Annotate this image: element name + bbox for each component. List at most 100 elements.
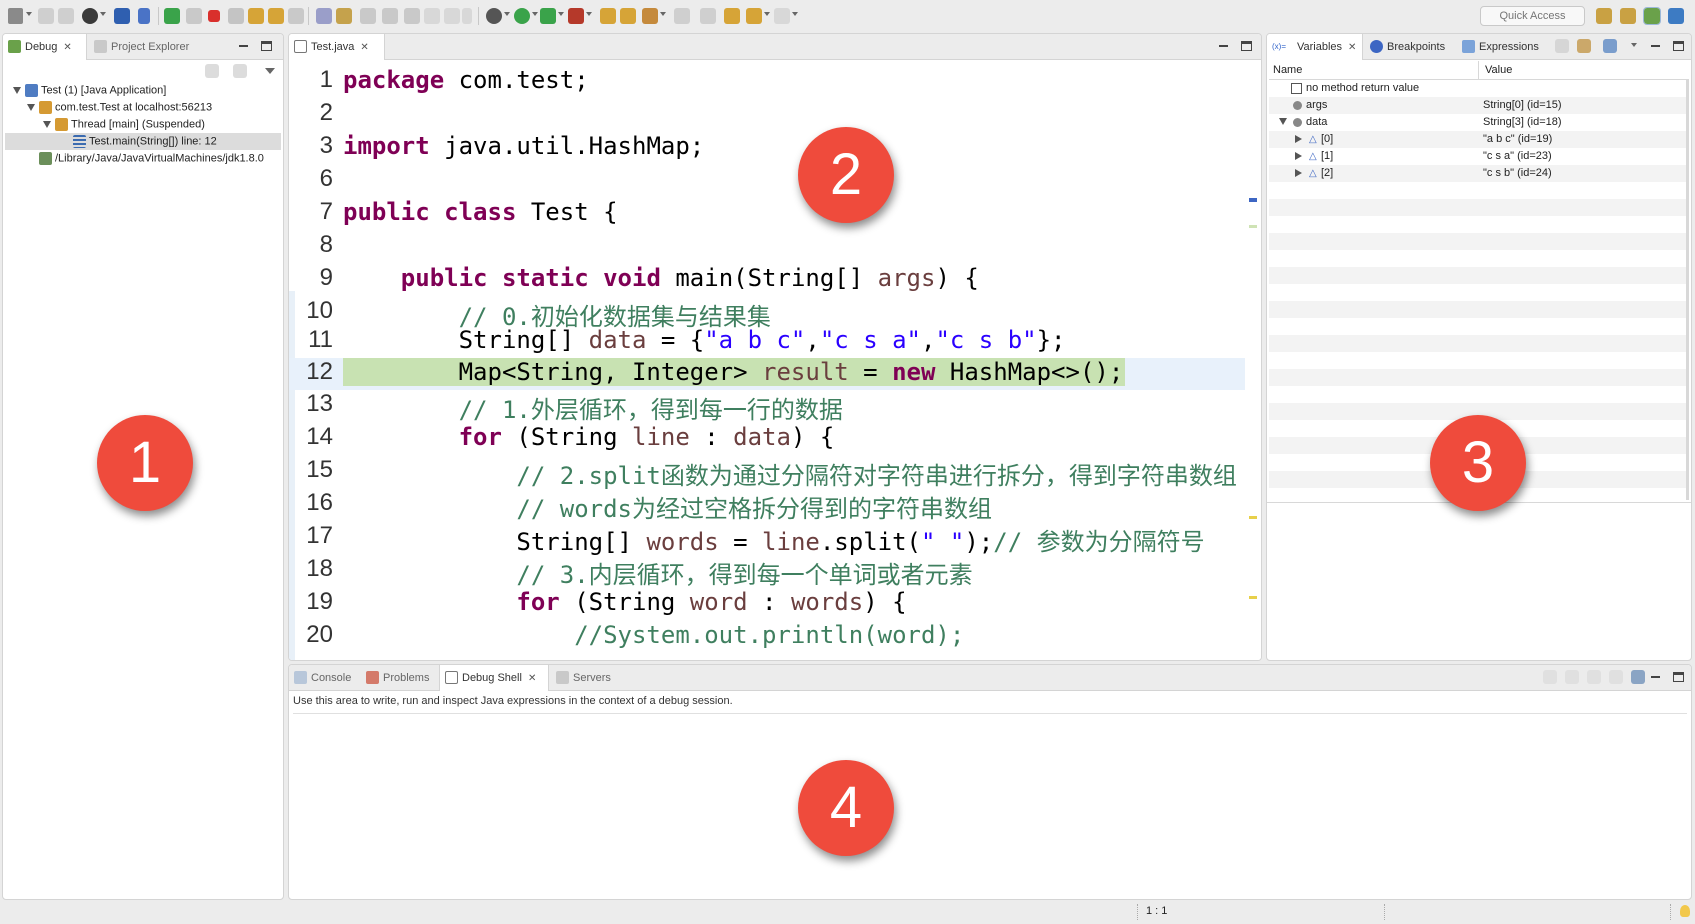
debug-perspective-icon[interactable] — [1643, 7, 1661, 25]
tab-expressions[interactable]: Expressions — [1457, 34, 1545, 60]
terminate-icon[interactable] — [208, 10, 220, 22]
code-line[interactable]: 9 public static void main(String[] args)… — [289, 264, 1245, 296]
close-icon[interactable]: ✕ — [360, 42, 368, 53]
resume-icon[interactable] — [164, 8, 180, 24]
code-line[interactable]: 15 // 2.split函数为通过分隔符对字符串进行拆分，得到字符串数组 — [289, 456, 1245, 490]
tab-problems[interactable]: Problems — [361, 665, 435, 691]
code-line[interactable]: 10 // 0.初始化数据集与结果集 — [289, 297, 1245, 331]
code-line[interactable]: 12 Map<String, Integer> result = new Has… — [289, 358, 1245, 390]
step-return-icon[interactable] — [288, 8, 304, 24]
column-header-value[interactable]: Value — [1485, 64, 1512, 76]
tab-variables[interactable]: (x)= Variables ✕ — [1267, 34, 1363, 60]
run-icon[interactable] — [514, 8, 530, 24]
coverage-icon[interactable] — [540, 8, 556, 24]
search-tool-icon[interactable] — [642, 8, 658, 24]
paragraph-icon[interactable] — [462, 8, 472, 24]
disconnect-icon[interactable] — [228, 8, 244, 24]
java-perspective-icon[interactable] — [1620, 8, 1636, 24]
forward-icon[interactable] — [774, 8, 790, 24]
maximize-icon[interactable] — [261, 41, 272, 51]
tree-row-thread[interactable]: Thread [main] (Suspended) — [43, 116, 205, 133]
maximize-icon[interactable] — [1241, 41, 1252, 51]
code-line[interactable]: 2 — [289, 99, 1245, 131]
collapsed-triangle-icon[interactable] — [1295, 169, 1302, 177]
watch-icon[interactable] — [382, 8, 398, 24]
minimize-icon[interactable] — [1651, 41, 1660, 47]
inspect-icon[interactable] — [1543, 670, 1557, 684]
variable-row[interactable]: args String[0] (id=15) — [1269, 97, 1689, 114]
profile-icon[interactable] — [82, 8, 98, 24]
profile-dropdown-icon[interactable] — [100, 12, 106, 16]
open-perspective-icon[interactable] — [1596, 8, 1612, 24]
tab-debug[interactable]: Debug ✕ — [3, 34, 87, 60]
code-line[interactable]: 20 //System.out.println(word); — [289, 621, 1245, 653]
new-icon[interactable] — [8, 8, 23, 24]
tab-console[interactable]: Console — [289, 665, 357, 691]
expand-triangle-icon[interactable] — [1279, 118, 1287, 125]
variables-scrollbar[interactable] — [1686, 80, 1689, 500]
open-type-icon[interactable] — [600, 8, 616, 24]
tab-servers[interactable]: Servers — [551, 665, 617, 691]
new-dropdown-icon[interactable] — [26, 12, 32, 16]
code-line[interactable]: 19 for (String word : words) { — [289, 588, 1245, 620]
display-icon[interactable] — [1565, 670, 1579, 684]
save-all-icon[interactable] — [58, 8, 74, 24]
code-line[interactable]: 3 import java.util.HashMap; — [289, 132, 1245, 164]
last-edit-icon[interactable] — [724, 8, 740, 24]
collapse-all-icon[interactable] — [1603, 39, 1617, 53]
tree-row-stack-frame[interactable]: Test.main(String[]) line: 12 — [5, 133, 281, 150]
overview-mark[interactable] — [1249, 198, 1257, 202]
tree-row-jvm-path[interactable]: /Library/Java/JavaVirtualMachines/jdk1.8… — [39, 150, 264, 167]
code-editor[interactable]: 1 package com.test; 2 3 import java.util.Has… — [289, 61, 1261, 660]
show-type-names-icon[interactable] — [1555, 39, 1569, 53]
overview-mark[interactable] — [1249, 225, 1257, 228]
terminal-icon[interactable] — [114, 8, 130, 24]
back-icon[interactable] — [746, 8, 762, 24]
clear-icon[interactable] — [1631, 670, 1645, 684]
open-task-icon[interactable] — [620, 8, 636, 24]
external-tools-dropdown-icon[interactable] — [586, 12, 592, 16]
close-icon[interactable]: ✕ — [63, 42, 71, 53]
step-into-icon[interactable] — [248, 8, 264, 24]
minimize-icon[interactable] — [1651, 672, 1660, 678]
debug-run-icon[interactable] — [486, 8, 502, 24]
overview-mark[interactable] — [1249, 596, 1257, 599]
view-menu-icon[interactable] — [1631, 43, 1637, 47]
expand-triangle-icon[interactable] — [13, 87, 21, 94]
collapse-all-icon[interactable] — [233, 64, 247, 78]
step-over-icon[interactable] — [268, 8, 284, 24]
code-line[interactable]: 16 // words为经过空格拆分得到的字符串数组 — [289, 489, 1245, 523]
search-dropdown-icon[interactable] — [660, 12, 666, 16]
code-line[interactable]: 1 package com.test; — [289, 66, 1245, 98]
view-menu-icon[interactable] — [265, 68, 275, 74]
back-dropdown-icon[interactable] — [764, 12, 770, 16]
watch-icon[interactable] — [1609, 670, 1623, 684]
drop-to-frame-icon[interactable] — [316, 8, 332, 24]
close-icon[interactable]: ✕ — [528, 673, 536, 684]
code-line[interactable]: 8 — [289, 231, 1245, 263]
execute-icon[interactable] — [444, 8, 460, 24]
skip-breakpoints-icon[interactable] — [138, 8, 150, 24]
tab-debug-shell[interactable]: Debug Shell ✕ — [439, 665, 549, 691]
coverage-dropdown-icon[interactable] — [558, 12, 564, 16]
variable-row[interactable]: △ [1] "c s a" (id=23) — [1269, 148, 1689, 165]
lightbulb-icon[interactable] — [1680, 905, 1690, 917]
external-tools-icon[interactable] — [568, 8, 584, 24]
use-step-filters-icon[interactable] — [336, 8, 352, 24]
show-logical-structure-icon[interactable] — [1577, 39, 1591, 53]
code-line[interactable]: 6 — [289, 165, 1245, 197]
code-line[interactable]: 11 String[] data = {"a b c","c s a","c s… — [289, 326, 1245, 358]
run-dropdown-icon[interactable] — [532, 12, 538, 16]
variable-row[interactable]: △ [2] "c s b" (id=24) — [1269, 165, 1689, 182]
variable-row[interactable]: data String[3] (id=18) — [1269, 114, 1689, 131]
tab-project-explorer[interactable]: Project Explorer — [89, 34, 195, 60]
code-line[interactable]: 7 public class Test { — [289, 198, 1245, 230]
variable-row[interactable]: △ [0] "a b c" (id=19) — [1269, 131, 1689, 148]
expand-triangle-icon[interactable] — [27, 104, 35, 111]
toggle-breakpoint-icon[interactable] — [360, 8, 376, 24]
forward-dropdown-icon[interactable] — [792, 12, 798, 16]
maximize-icon[interactable] — [1673, 41, 1684, 51]
collapsed-triangle-icon[interactable] — [1295, 135, 1302, 143]
tree-row-vm[interactable]: com.test.Test at localhost:56213 — [27, 99, 212, 116]
code-line[interactable]: 18 // 3.内层循环，得到每一个单词或者元素 — [289, 555, 1245, 589]
